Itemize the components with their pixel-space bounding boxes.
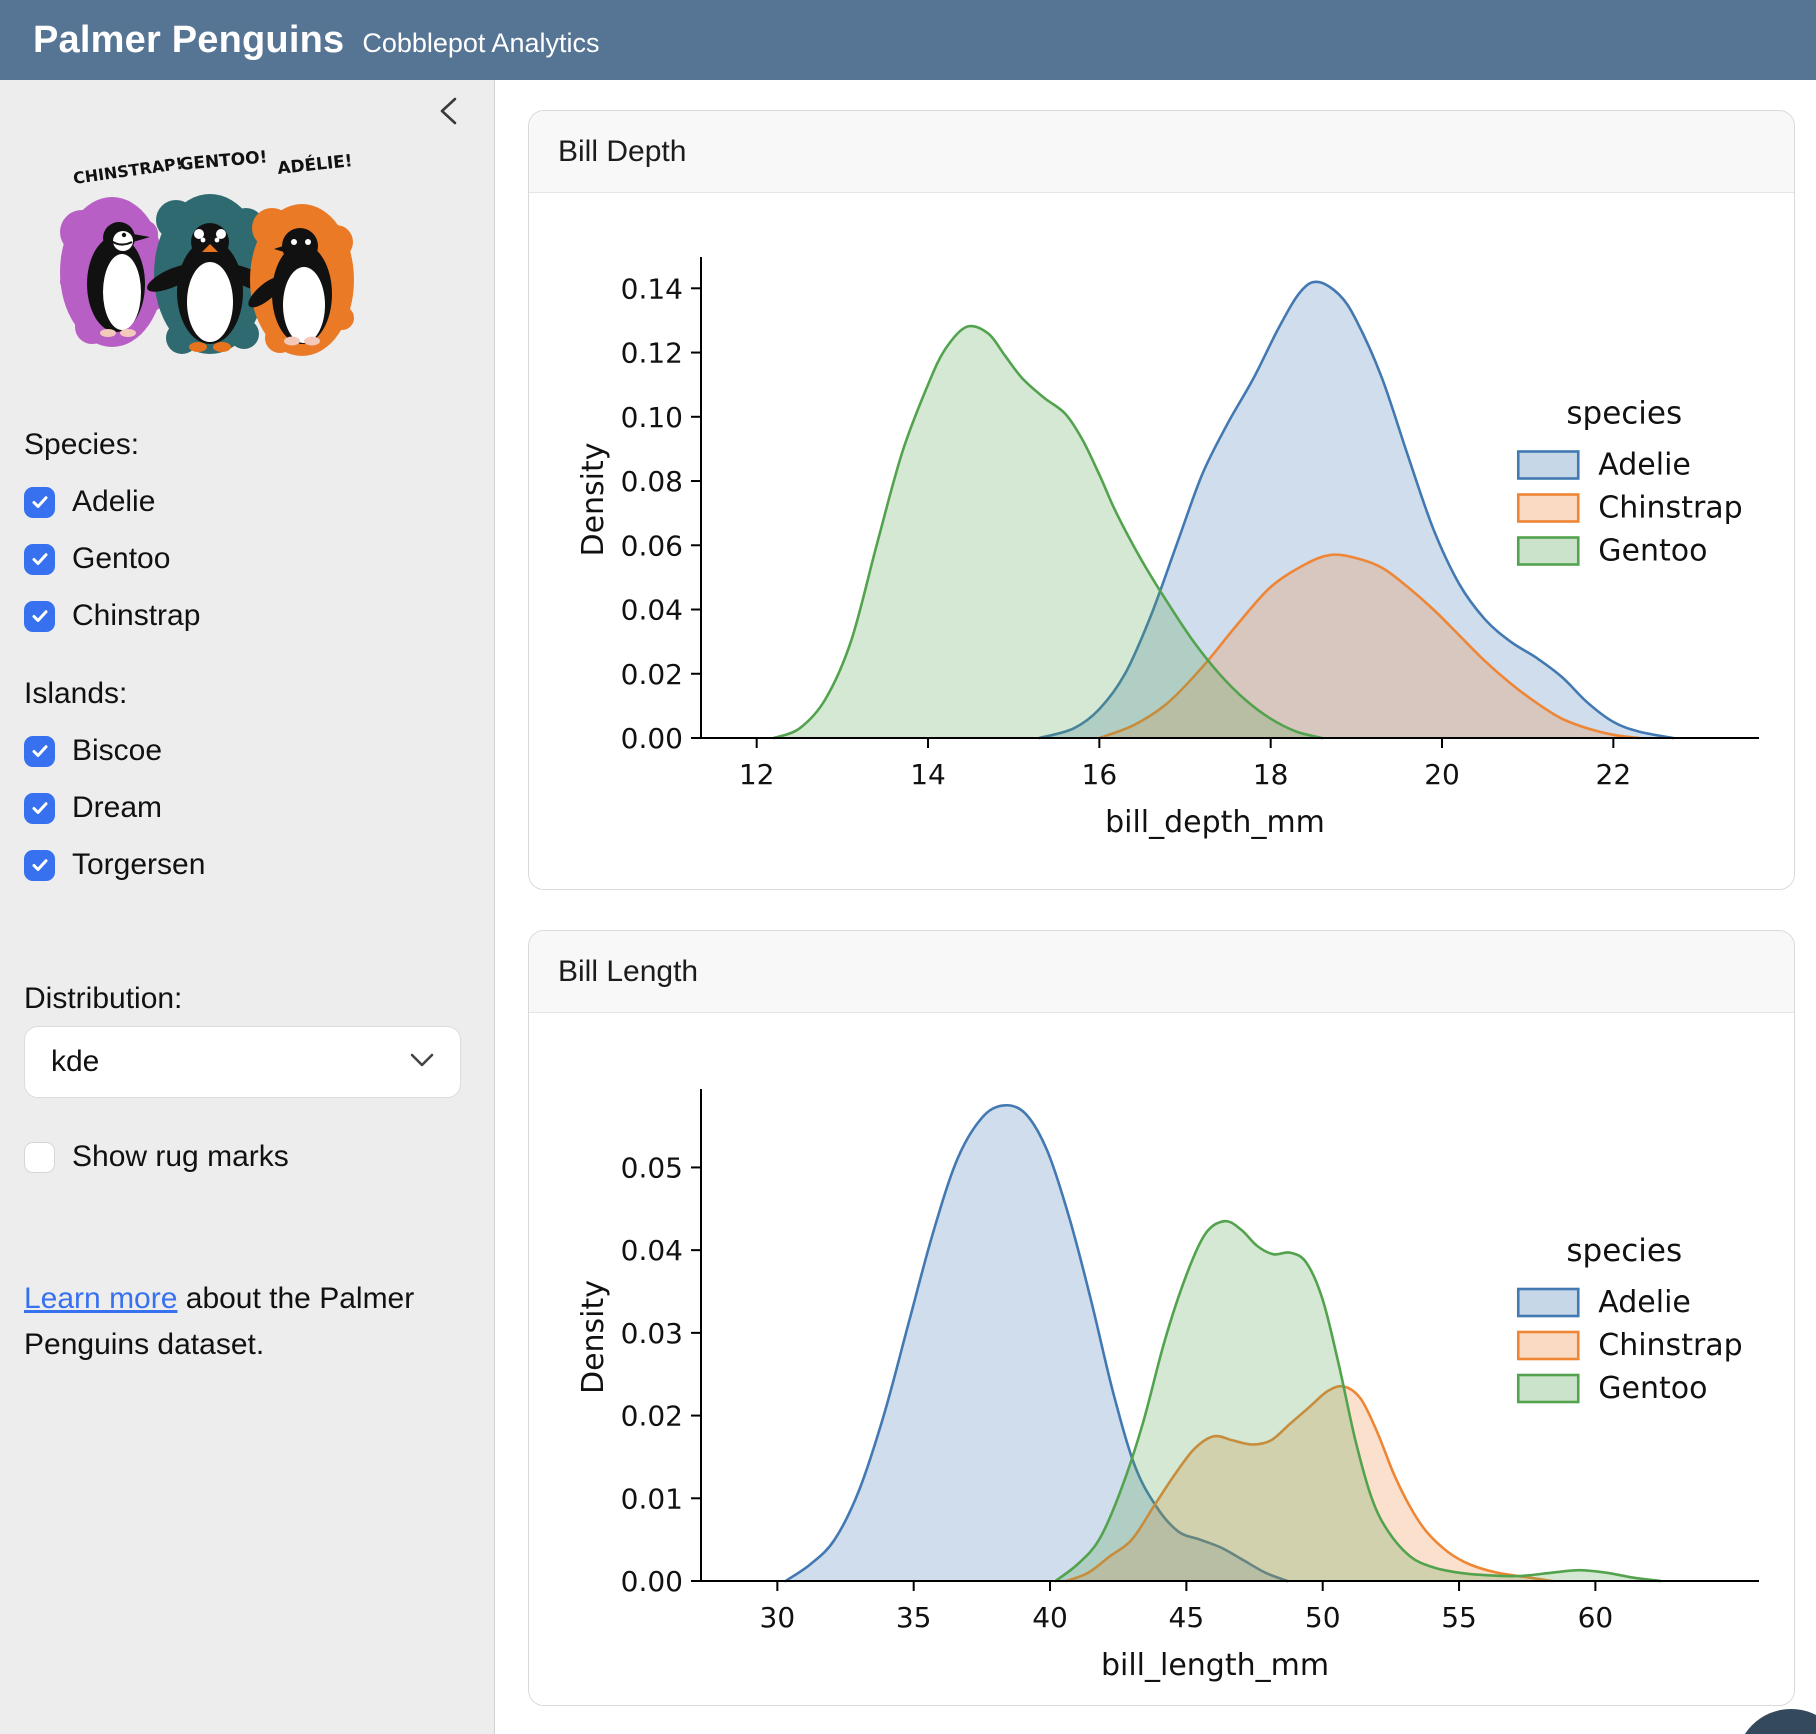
svg-text:0.02: 0.02 [621, 658, 683, 691]
svg-text:Density: Density [576, 1280, 611, 1394]
app-subtitle: Cobblepot Analytics [362, 28, 599, 59]
bill-depth-card-header: Bill Depth [529, 111, 1794, 193]
svg-text:0.14: 0.14 [621, 272, 683, 305]
adelie-penguin-illustration [244, 204, 354, 356]
svg-text:0.04: 0.04 [621, 594, 683, 627]
chevron-left-icon [435, 94, 463, 133]
svg-text:0.06: 0.06 [621, 529, 683, 562]
checkbox-row-dream[interactable]: Dream [24, 791, 464, 825]
svg-text:0.12: 0.12 [621, 337, 683, 370]
svg-text:45: 45 [1169, 1601, 1205, 1634]
svg-text:12: 12 [739, 758, 775, 791]
check-icon [30, 549, 50, 569]
dream-checkbox-label[interactable]: Dream [72, 791, 162, 825]
main-content: Bill Depth 12 14 16 18 20 22 0.00 0.02 0.04 0.06 0… [495, 80, 1816, 1734]
rug-marks-checkbox[interactable] [24, 1142, 55, 1173]
biscoe-checkbox[interactable] [24, 736, 55, 767]
checkbox-row-chinstrap[interactable]: Chinstrap [24, 599, 464, 633]
checkbox-row-adelie[interactable]: Adelie [24, 485, 464, 519]
bill-depth-card: Bill Depth 12 14 16 18 20 22 0.00 0.02 0.04 0.06 0… [528, 110, 1795, 890]
svg-text:40: 40 [1032, 1601, 1068, 1634]
app-header: Palmer Penguins Cobblepot Analytics [0, 0, 1816, 80]
sidebar: CHINSTRAP! GENTOO! ADÉLIE! Species: Adel… [0, 80, 495, 1734]
bill-depth-card-title: Bill Depth [558, 135, 686, 169]
torgersen-checkbox-label[interactable]: Torgersen [72, 848, 205, 882]
svg-text:0.01: 0.01 [621, 1482, 683, 1515]
islands-group-label: Islands: [24, 677, 464, 711]
svg-text:0.05: 0.05 [621, 1151, 683, 1184]
svg-text:Adelie: Adelie [1598, 1285, 1691, 1320]
check-icon [30, 798, 50, 818]
species-group-label: Species: [24, 428, 464, 462]
distribution-selected-value: kde [51, 1045, 408, 1079]
svg-text:0.00: 0.00 [621, 722, 683, 755]
penguin-artwork-image: CHINSTRAP! GENTOO! ADÉLIE! [40, 142, 370, 357]
svg-text:Chinstrap: Chinstrap [1598, 491, 1742, 526]
check-icon [30, 492, 50, 512]
torgersen-checkbox[interactable] [24, 850, 55, 881]
svg-text:Gentoo: Gentoo [1598, 1371, 1707, 1406]
svg-text:50: 50 [1305, 1601, 1341, 1634]
svg-text:16: 16 [1082, 758, 1118, 791]
svg-text:0.08: 0.08 [621, 465, 683, 498]
sidebar-collapse-button[interactable] [432, 94, 466, 132]
distribution-select[interactable]: kde [24, 1026, 461, 1098]
check-icon [30, 855, 50, 875]
svg-text:0.02: 0.02 [621, 1400, 683, 1433]
svg-text:18: 18 [1253, 758, 1289, 791]
app-title: Palmer Penguins [33, 19, 344, 62]
artwork-label-gentoo: GENTOO! [179, 147, 268, 175]
bill-depth-chart: 12 14 16 18 20 22 0.00 0.02 0.04 0.06 0.08 0.10 0.12… [529, 193, 1792, 889]
bill-length-card-header: Bill Length [529, 931, 1794, 1013]
svg-text:0.00: 0.00 [621, 1565, 683, 1598]
dream-checkbox[interactable] [24, 793, 55, 824]
svg-text:22: 22 [1596, 758, 1632, 791]
gentoo-checkbox-label[interactable]: Gentoo [72, 542, 170, 576]
sidebar-footer-text: Learn more about the Palmer Penguins dat… [24, 1276, 476, 1368]
chinstrap-penguin-illustration [60, 197, 168, 347]
penguin-artwork: CHINSTRAP! GENTOO! ADÉLIE! [40, 142, 464, 362]
svg-text:0.03: 0.03 [621, 1317, 683, 1350]
bill-length-chart: 30 35 40 45 50 55 60 0.00 0.01 0.02 0.03 0.04 0.05 bi… [529, 1013, 1792, 1705]
svg-text:60: 60 [1578, 1601, 1614, 1634]
svg-text:Gentoo: Gentoo [1598, 534, 1707, 569]
artwork-label-adelie: ADÉLIE! [276, 149, 353, 179]
svg-text:Chinstrap: Chinstrap [1598, 1328, 1742, 1363]
bill-length-card: Bill Length 30 35 40 45 50 55 60 0.00 0.01 0.02 0.… [528, 930, 1795, 1706]
svg-text:20: 20 [1424, 758, 1460, 791]
svg-text:bill_length_mm: bill_length_mm [1101, 1648, 1329, 1683]
artwork-label-chinstrap: CHINSTRAP! [72, 154, 184, 188]
rug-marks-checkbox-label[interactable]: Show rug marks [72, 1140, 289, 1174]
adelie-checkbox-label[interactable]: Adelie [72, 485, 155, 519]
svg-text:55: 55 [1441, 1601, 1477, 1634]
distribution-label: Distribution: [24, 982, 464, 1016]
check-icon [30, 606, 50, 626]
svg-text:Adelie: Adelie [1598, 448, 1691, 483]
biscoe-checkbox-label[interactable]: Biscoe [72, 734, 162, 768]
check-icon [30, 741, 50, 761]
gentoo-checkbox[interactable] [24, 544, 55, 575]
checkbox-row-rug-marks[interactable]: Show rug marks [24, 1140, 464, 1174]
bill-length-card-body: 30 35 40 45 50 55 60 0.00 0.01 0.02 0.03 0.04 0.05 bi… [529, 1013, 1794, 1705]
svg-text:30: 30 [760, 1601, 796, 1634]
learn-more-link[interactable]: Learn more [24, 1282, 177, 1315]
svg-text:species: species [1566, 396, 1682, 432]
adelie-checkbox[interactable] [24, 487, 55, 518]
checkbox-row-torgersen[interactable]: Torgersen [24, 848, 464, 882]
bill-length-card-title: Bill Length [558, 955, 698, 989]
svg-text:species: species [1566, 1233, 1682, 1269]
chinstrap-checkbox-label[interactable]: Chinstrap [72, 599, 200, 633]
svg-text:0.04: 0.04 [621, 1234, 683, 1267]
chevron-down-icon [408, 1051, 436, 1074]
svg-text:35: 35 [896, 1601, 932, 1634]
checkbox-row-gentoo[interactable]: Gentoo [24, 542, 464, 576]
svg-text:0.10: 0.10 [621, 401, 683, 434]
chinstrap-checkbox[interactable] [24, 601, 55, 632]
svg-text:14: 14 [910, 758, 946, 791]
svg-text:bill_depth_mm: bill_depth_mm [1105, 805, 1325, 840]
checkbox-row-biscoe[interactable]: Biscoe [24, 734, 464, 768]
svg-text:Density: Density [576, 442, 611, 556]
bill-depth-card-body: 12 14 16 18 20 22 0.00 0.02 0.04 0.06 0.08 0.10 0.12… [529, 193, 1794, 889]
